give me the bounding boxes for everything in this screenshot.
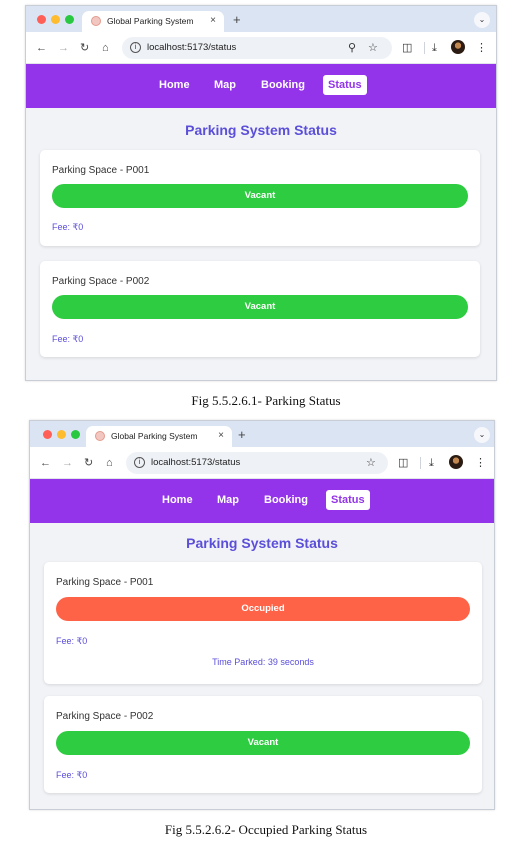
toolbar-divider: [420, 457, 421, 469]
status-badge: Vacant: [52, 184, 468, 208]
parking-card-p002: Parking Space - P002 Vacant Fee: ₹0: [40, 261, 480, 357]
minimize-window-button[interactable]: [57, 430, 66, 439]
more-menu-icon[interactable]: ⋮: [476, 41, 487, 55]
browser-window-2: Global Parking System × + ⌄ ← → ↻ ⌂ i lo…: [29, 420, 495, 810]
site-info-icon[interactable]: i: [134, 457, 145, 468]
reload-icon[interactable]: ↻: [80, 41, 89, 55]
tab-bar: Global Parking System × + ⌄: [30, 421, 494, 447]
close-window-button[interactable]: [43, 430, 52, 439]
maximize-window-button[interactable]: [65, 15, 74, 24]
page-title: Parking System Status: [185, 122, 337, 138]
fee-label: Fee: ₹0: [52, 222, 84, 232]
nav-booking[interactable]: Booking: [261, 79, 305, 91]
nav-map[interactable]: Map: [214, 79, 236, 91]
status-page: Parking System Status Parking Space - P0…: [30, 523, 494, 809]
tab-title: Global Parking System: [107, 16, 194, 26]
chevron-down-icon[interactable]: ⌄: [474, 427, 490, 443]
maximize-window-button[interactable]: [71, 430, 80, 439]
status-page: Parking System Status Parking Space - P0…: [26, 108, 496, 380]
back-icon[interactable]: ←: [40, 456, 51, 470]
favicon-icon: [91, 16, 101, 26]
profile-avatar[interactable]: [451, 40, 465, 54]
favicon-icon: [95, 431, 105, 441]
location-icon[interactable]: ⚲: [348, 41, 356, 54]
bookmark-star-icon[interactable]: ☆: [368, 41, 378, 54]
parking-card-p001: Parking Space - P001 Occupied Fee: ₹0 Ti…: [44, 562, 482, 684]
nav-status[interactable]: Status: [326, 490, 370, 510]
bookmark-star-icon[interactable]: ☆: [366, 456, 376, 469]
status-badge: Vacant: [52, 295, 468, 319]
address-bar[interactable]: i localhost:5173/status ⚲ ☆: [122, 37, 392, 59]
url-text: localhost:5173/status: [151, 457, 241, 468]
extensions-icon[interactable]: ◫: [402, 41, 412, 55]
forward-icon[interactable]: →: [62, 456, 73, 470]
nav-booking[interactable]: Booking: [264, 494, 308, 506]
home-icon[interactable]: ⌂: [102, 41, 109, 55]
back-icon[interactable]: ←: [36, 41, 47, 55]
reload-icon[interactable]: ↻: [84, 456, 93, 470]
nav-home[interactable]: Home: [159, 79, 190, 91]
browser-window-1: Global Parking System × + ⌄ ← → ↻ ⌂ i lo…: [25, 5, 497, 381]
profile-avatar[interactable]: [449, 455, 463, 469]
forward-icon[interactable]: →: [58, 41, 69, 55]
space-label: Parking Space - P002: [52, 276, 150, 287]
download-icon[interactable]: ⤓: [429, 456, 434, 470]
site-info-icon[interactable]: i: [130, 42, 141, 53]
fee-label: Fee: ₹0: [52, 334, 84, 344]
fee-label: Fee: ₹0: [56, 770, 88, 780]
browser-toolbar: ← → ↻ ⌂ i localhost:5173/status ☆ ◫ ⤓ ⋮: [30, 447, 494, 479]
address-bar[interactable]: i localhost:5173/status ☆: [126, 452, 388, 474]
page-title: Parking System Status: [186, 535, 338, 551]
toolbar-divider: [424, 42, 425, 54]
time-parked-label: Time Parked: 39 seconds: [212, 657, 314, 667]
app-navbar: Home Map Booking Status: [26, 64, 496, 108]
more-menu-icon[interactable]: ⋮: [475, 456, 486, 470]
close-window-button[interactable]: [37, 15, 46, 24]
space-label: Parking Space - P001: [52, 165, 150, 176]
download-icon[interactable]: ⤓: [432, 41, 437, 55]
status-badge: Occupied: [56, 597, 470, 621]
minimize-window-button[interactable]: [51, 15, 60, 24]
new-tab-button[interactable]: +: [233, 12, 241, 27]
tab-title: Global Parking System: [111, 431, 198, 441]
space-label: Parking Space - P002: [56, 711, 154, 722]
url-text: localhost:5173/status: [147, 42, 237, 53]
nav-status[interactable]: Status: [323, 75, 367, 95]
status-badge: Vacant: [56, 731, 470, 755]
new-tab-button[interactable]: +: [238, 427, 246, 442]
parking-card-p001: Parking Space - P001 Vacant Fee: ₹0: [40, 150, 480, 246]
app-navbar: Home Map Booking Status: [30, 479, 494, 523]
tab-bar: Global Parking System × + ⌄: [26, 6, 496, 32]
close-tab-icon[interactable]: ×: [218, 430, 224, 441]
fee-label: Fee: ₹0: [56, 636, 88, 646]
nav-map[interactable]: Map: [217, 494, 239, 506]
parking-card-p002: Parking Space - P002 Vacant Fee: ₹0: [44, 696, 482, 793]
extensions-icon[interactable]: ◫: [398, 456, 408, 470]
figure-caption: Fig 5.5.2.6.1- Parking Status: [191, 393, 341, 408]
chevron-down-icon[interactable]: ⌄: [474, 12, 490, 28]
browser-tab[interactable]: Global Parking System ×: [82, 11, 224, 32]
browser-tab[interactable]: Global Parking System ×: [86, 426, 232, 447]
figure-caption: Fig 5.5.2.6.2- Occupied Parking Status: [164, 822, 368, 837]
home-icon[interactable]: ⌂: [106, 456, 113, 470]
browser-toolbar: ← → ↻ ⌂ i localhost:5173/status ⚲ ☆ ◫ ⤓ …: [26, 32, 496, 64]
close-tab-icon[interactable]: ×: [210, 15, 216, 26]
nav-home[interactable]: Home: [162, 494, 193, 506]
space-label: Parking Space - P001: [56, 577, 154, 588]
